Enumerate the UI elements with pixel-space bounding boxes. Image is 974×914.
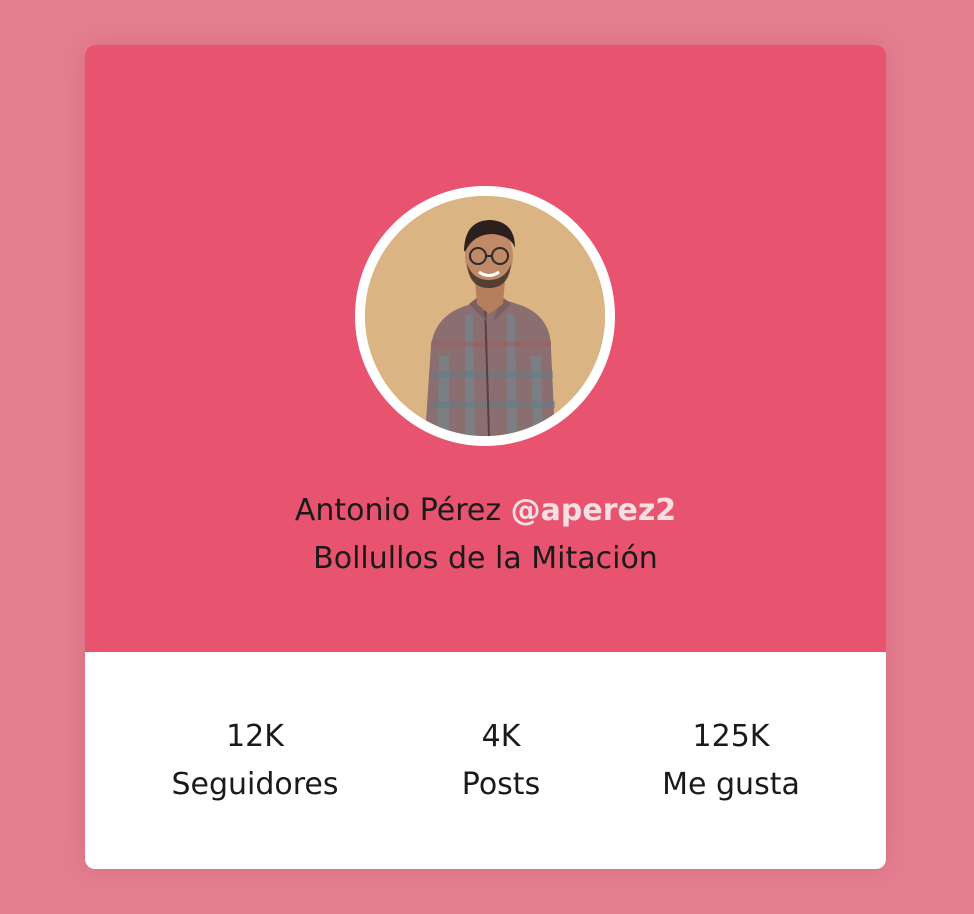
avatar-photo [365, 196, 605, 436]
profile-header: Antonio Pérez @aperez2 Bollullos de la M… [85, 45, 886, 652]
stat-label: Me gusta [662, 767, 800, 802]
stat-followers[interactable]: 12K Seguidores [145, 713, 365, 809]
stat-label: Posts [461, 767, 541, 802]
profile-handle[interactable]: @aperez2 [511, 493, 677, 528]
stat-value: 12K [226, 719, 284, 754]
stat-value: 4K [481, 719, 521, 754]
profile-location: Bollullos de la Mitación [313, 541, 658, 576]
profile-card: Antonio Pérez @aperez2 Bollullos de la M… [85, 45, 886, 869]
stat-label: Seguidores [171, 767, 339, 802]
stat-value: 125K [692, 719, 770, 754]
stat-posts[interactable]: 4K Posts [391, 713, 611, 809]
avatar[interactable] [355, 186, 615, 446]
stat-likes[interactable]: 125K Me gusta [621, 713, 841, 809]
profile-name-line: Antonio Pérez @aperez2 [85, 489, 886, 533]
profile-name: Antonio Pérez [294, 493, 502, 528]
